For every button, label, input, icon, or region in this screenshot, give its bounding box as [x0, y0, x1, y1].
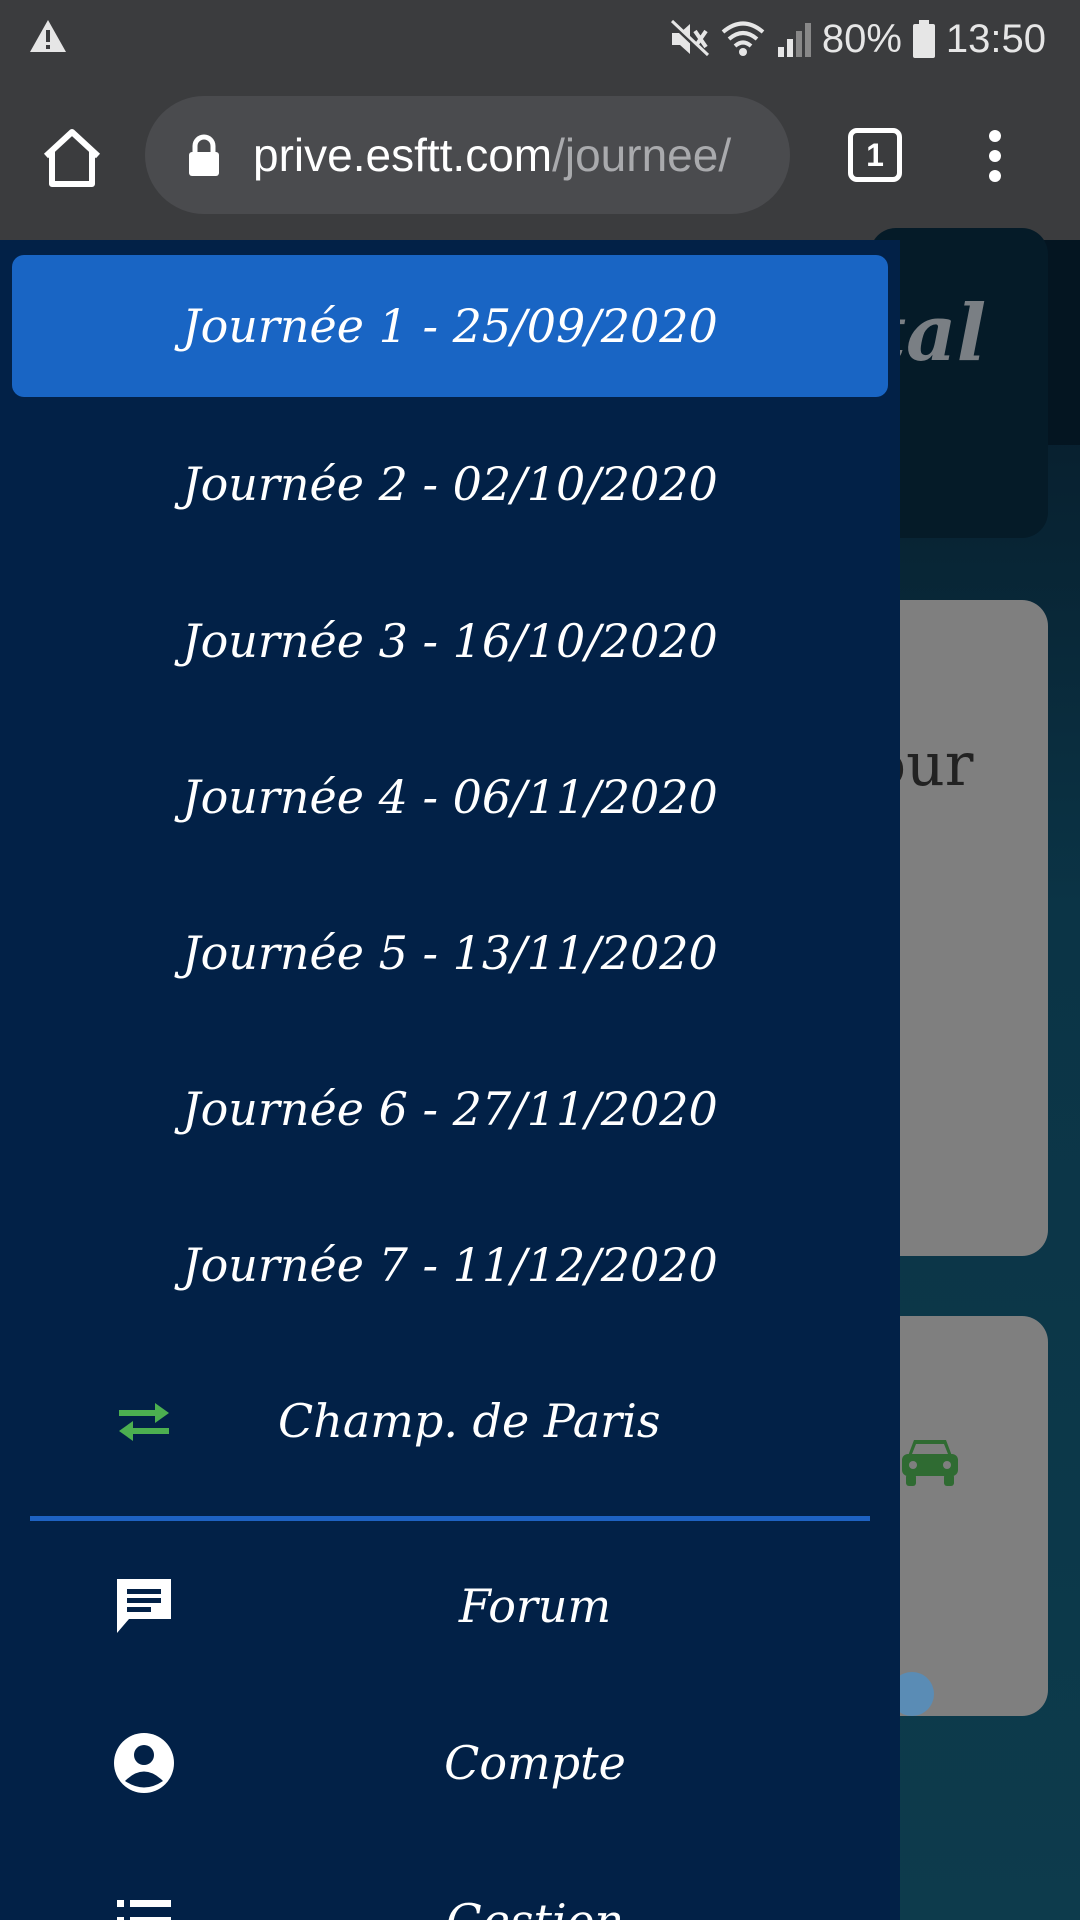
- drawer-item-journee-2[interactable]: Journée 2 - 02/10/2020: [0, 413, 900, 555]
- address-bar[interactable]: prive.esftt.com/journee/: [145, 96, 790, 214]
- battery-percent: 80%: [821, 16, 902, 61]
- drawer-item-label: Journée 3 - 16/10/2020: [182, 614, 718, 668]
- navigation-drawer: Journée 1 - 25/09/2020 Journée 2 - 02/10…: [0, 240, 900, 1920]
- drawer-item-label: Gestion: [0, 1894, 1070, 1920]
- wifi-icon: [721, 21, 765, 56]
- drawer-item-label: Champ. de Paris: [278, 1394, 661, 1448]
- screen: 80% 13:50 prive.esftt.com/journee/ 1 tal…: [0, 0, 1080, 1920]
- drawer-item-champ-de-paris[interactable]: Champ. de Paris: [0, 1350, 900, 1492]
- home-icon[interactable]: [40, 126, 104, 190]
- drawer-item-label: Journée 6 - 27/11/2020: [182, 1082, 718, 1136]
- battery-icon: [912, 20, 935, 58]
- tab-switcher-button[interactable]: 1: [848, 128, 902, 182]
- warning-icon: [30, 20, 66, 52]
- drawer-item-label: Journée 1 - 25/09/2020: [182, 299, 718, 353]
- drawer-item-label: Journée 5 - 13/11/2020: [182, 926, 718, 980]
- drawer-item-journee-6[interactable]: Journée 6 - 27/11/2020: [0, 1038, 900, 1180]
- signal-icon: [777, 23, 811, 57]
- drawer-item-journee-7[interactable]: Journée 7 - 11/12/2020: [0, 1194, 900, 1336]
- url-host: prive.esftt.com: [253, 129, 553, 181]
- url-text: prive.esftt.com/journee/: [253, 96, 731, 214]
- swap-arrows-icon: [112, 1389, 176, 1453]
- drawer-item-label: Journée 2 - 02/10/2020: [182, 457, 718, 511]
- more-vert-icon[interactable]: [975, 124, 1015, 188]
- drawer-item-label: Forum: [458, 1579, 612, 1633]
- drawer-item-label: Compte: [444, 1736, 626, 1790]
- drawer-item-forum[interactable]: Forum: [0, 1535, 900, 1677]
- drawer-item-gestion[interactable]: Gestion: [0, 1850, 900, 1920]
- clock: 13:50: [945, 16, 1046, 61]
- url-path: /journee/: [552, 129, 732, 181]
- car-icon: [902, 1440, 958, 1486]
- lock-icon: [189, 134, 219, 176]
- status-indicators: 80% 13:50: [668, 0, 1046, 78]
- drawer-item-label: Journée 4 - 06/11/2020: [182, 770, 718, 824]
- drawer-item-journee-1[interactable]: Journée 1 - 25/09/2020: [12, 255, 888, 397]
- drawer-item-journee-5[interactable]: Journée 5 - 13/11/2020: [0, 882, 900, 1024]
- drawer-item-journee-3[interactable]: Journée 3 - 16/10/2020: [0, 570, 900, 712]
- drawer-item-journee-4[interactable]: Journée 4 - 06/11/2020: [0, 726, 900, 868]
- browser-toolbar: prive.esftt.com/journee/ 1: [0, 78, 1080, 240]
- drawer-item-compte[interactable]: Compte: [0, 1692, 900, 1834]
- drawer-divider: [30, 1516, 870, 1521]
- status-bar: 80% 13:50: [0, 0, 1080, 78]
- drawer-item-label: Journée 7 - 11/12/2020: [182, 1238, 718, 1292]
- mute-icon: [668, 19, 710, 59]
